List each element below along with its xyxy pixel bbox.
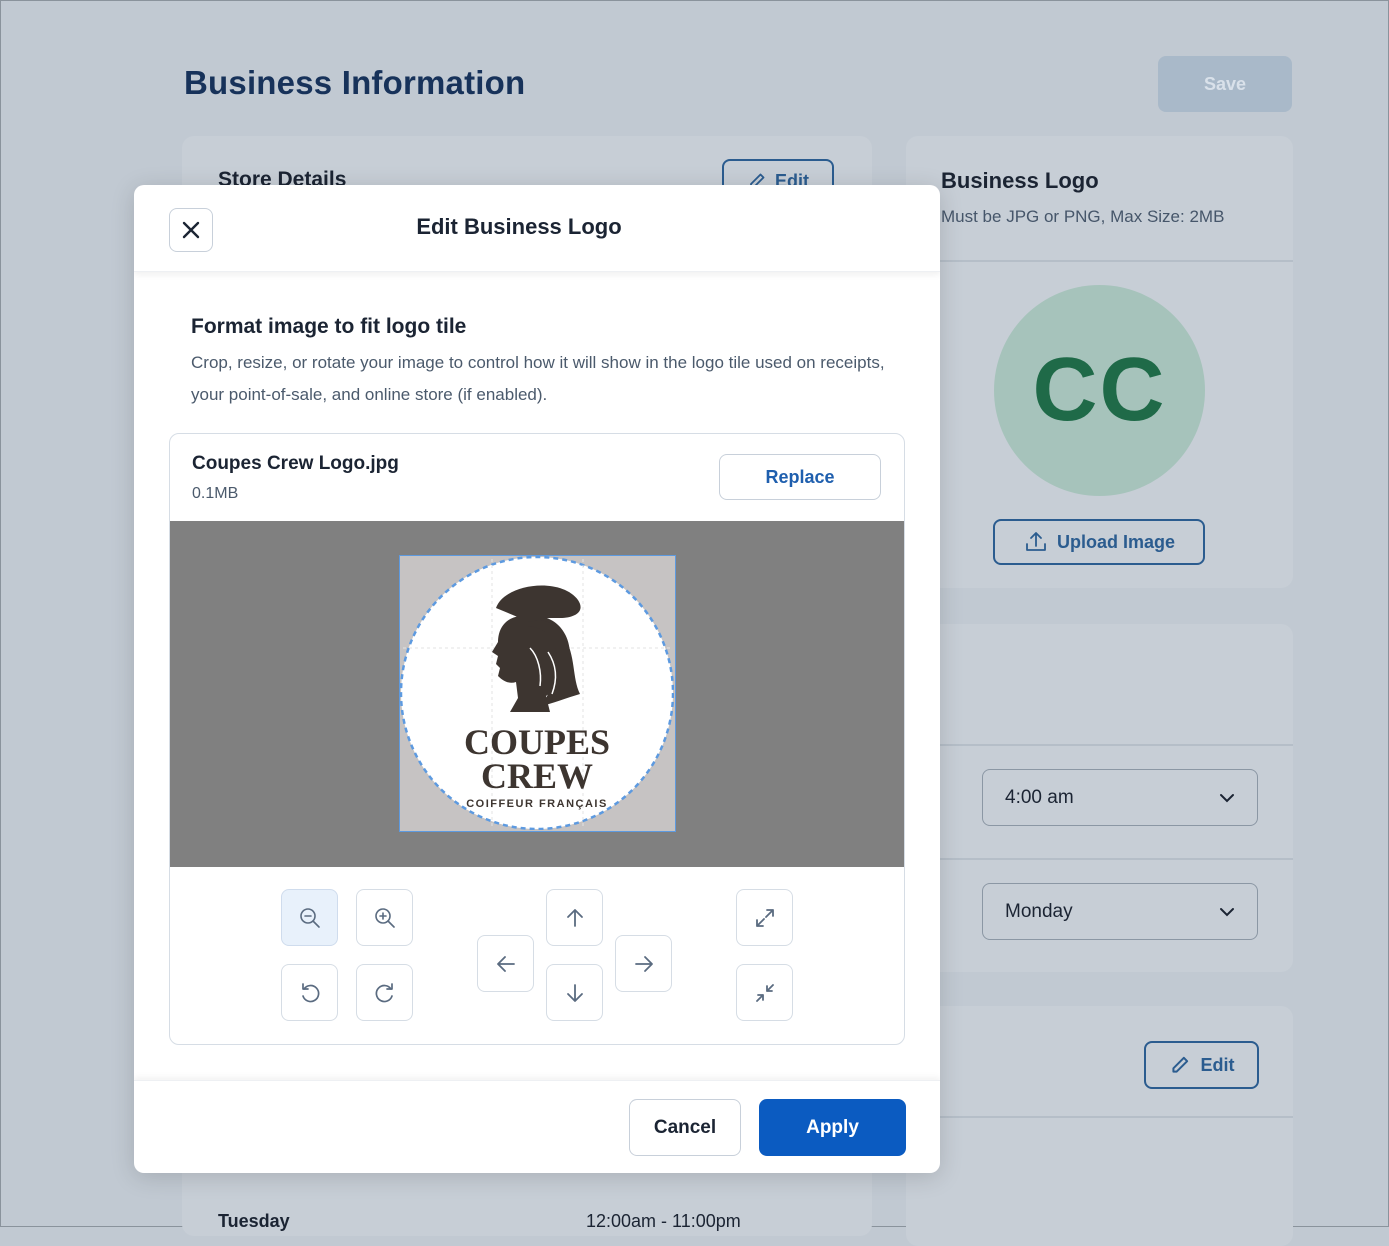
upload-image-button[interactable]: Upload Image	[993, 519, 1205, 565]
modal-title: Edit Business Logo	[416, 214, 622, 239]
divider	[906, 744, 1293, 746]
logo-image: COUPES CREW COIFFEUR FRANÇAIS	[400, 556, 674, 830]
cancel-button[interactable]: Cancel	[629, 1099, 741, 1156]
logo-text-line2: CREW	[481, 756, 593, 796]
modal-footer: Cancel Apply	[134, 1080, 940, 1173]
zoom-in-icon	[374, 907, 395, 928]
rotate-right-icon	[375, 982, 393, 1002]
move-down-button[interactable]	[546, 964, 603, 1021]
pencil-icon	[1171, 1056, 1188, 1073]
crop-canvas[interactable]: COUPES CREW COIFFEUR FRANÇAIS	[170, 521, 904, 867]
day-select-value: Monday	[1005, 900, 1073, 922]
time-select-value: 4:00 am	[1005, 786, 1074, 808]
zoom-out-icon	[299, 907, 320, 928]
business-logo-title: Business Logo	[941, 168, 1099, 193]
move-left-button[interactable]	[477, 935, 534, 992]
schedule-edit-label: Edit	[1200, 1054, 1235, 1075]
chevron-down-icon	[1220, 907, 1234, 916]
file-size: 0.1MB	[192, 485, 239, 502]
shrink-icon	[755, 983, 774, 1002]
rotate-left-icon	[301, 982, 319, 1002]
section-title: Format image to fit logo tile	[191, 315, 467, 338]
save-button[interactable]: Save	[1158, 56, 1292, 112]
move-up-button[interactable]	[546, 889, 603, 946]
edit-logo-modal: Edit Business Logo Format image to fit l…	[134, 185, 940, 1173]
page-title: Business Information	[184, 64, 526, 101]
upload-image-label: Upload Image	[1056, 531, 1176, 552]
editor-controls	[170, 867, 904, 1044]
divider	[906, 260, 1293, 262]
chevron-down-icon	[1220, 793, 1234, 802]
logo-tagline: COIFFEUR FRANÇAIS	[466, 798, 608, 810]
file-name: Coupes Crew Logo.jpg	[192, 453, 399, 474]
schedule-edit-button[interactable]: Edit	[1144, 1041, 1259, 1089]
rotate-left-button[interactable]	[281, 964, 338, 1021]
expand-icon	[755, 908, 774, 927]
schedule-hours: 12:00am - 11:00pm	[586, 1211, 741, 1231]
logo-avatar: CC	[994, 285, 1205, 496]
move-right-button[interactable]	[615, 935, 672, 992]
modal-header: Edit Business Logo	[134, 185, 940, 272]
replace-button[interactable]: Replace	[719, 454, 881, 500]
business-logo-subtitle: Must be JPG or PNG, Max Size: 2MB	[941, 207, 1225, 226]
arrow-left-icon	[496, 955, 515, 972]
section-description: Crop, resize, or rotate your image to co…	[191, 353, 885, 404]
upload-icon	[1026, 532, 1046, 551]
crop-area[interactable]: COUPES CREW COIFFEUR FRANÇAIS	[399, 555, 676, 832]
schedule-day: Tuesday	[218, 1211, 290, 1231]
zoom-in-button[interactable]	[356, 889, 413, 946]
arrow-down-icon	[566, 983, 583, 1002]
image-editor: Coupes Crew Logo.jpg 0.1MB Replace COUPE…	[169, 433, 905, 1045]
day-select[interactable]: Monday	[982, 883, 1258, 940]
expand-button[interactable]	[736, 889, 793, 946]
arrow-right-icon	[634, 955, 653, 972]
divider	[906, 1116, 1293, 1118]
zoom-out-button[interactable]	[281, 889, 338, 946]
divider	[906, 858, 1293, 860]
rotate-right-button[interactable]	[356, 964, 413, 1021]
time-select[interactable]: 4:00 am	[982, 769, 1258, 826]
apply-button[interactable]: Apply	[759, 1099, 906, 1156]
shrink-button[interactable]	[736, 964, 793, 1021]
arrow-up-icon	[566, 908, 583, 927]
